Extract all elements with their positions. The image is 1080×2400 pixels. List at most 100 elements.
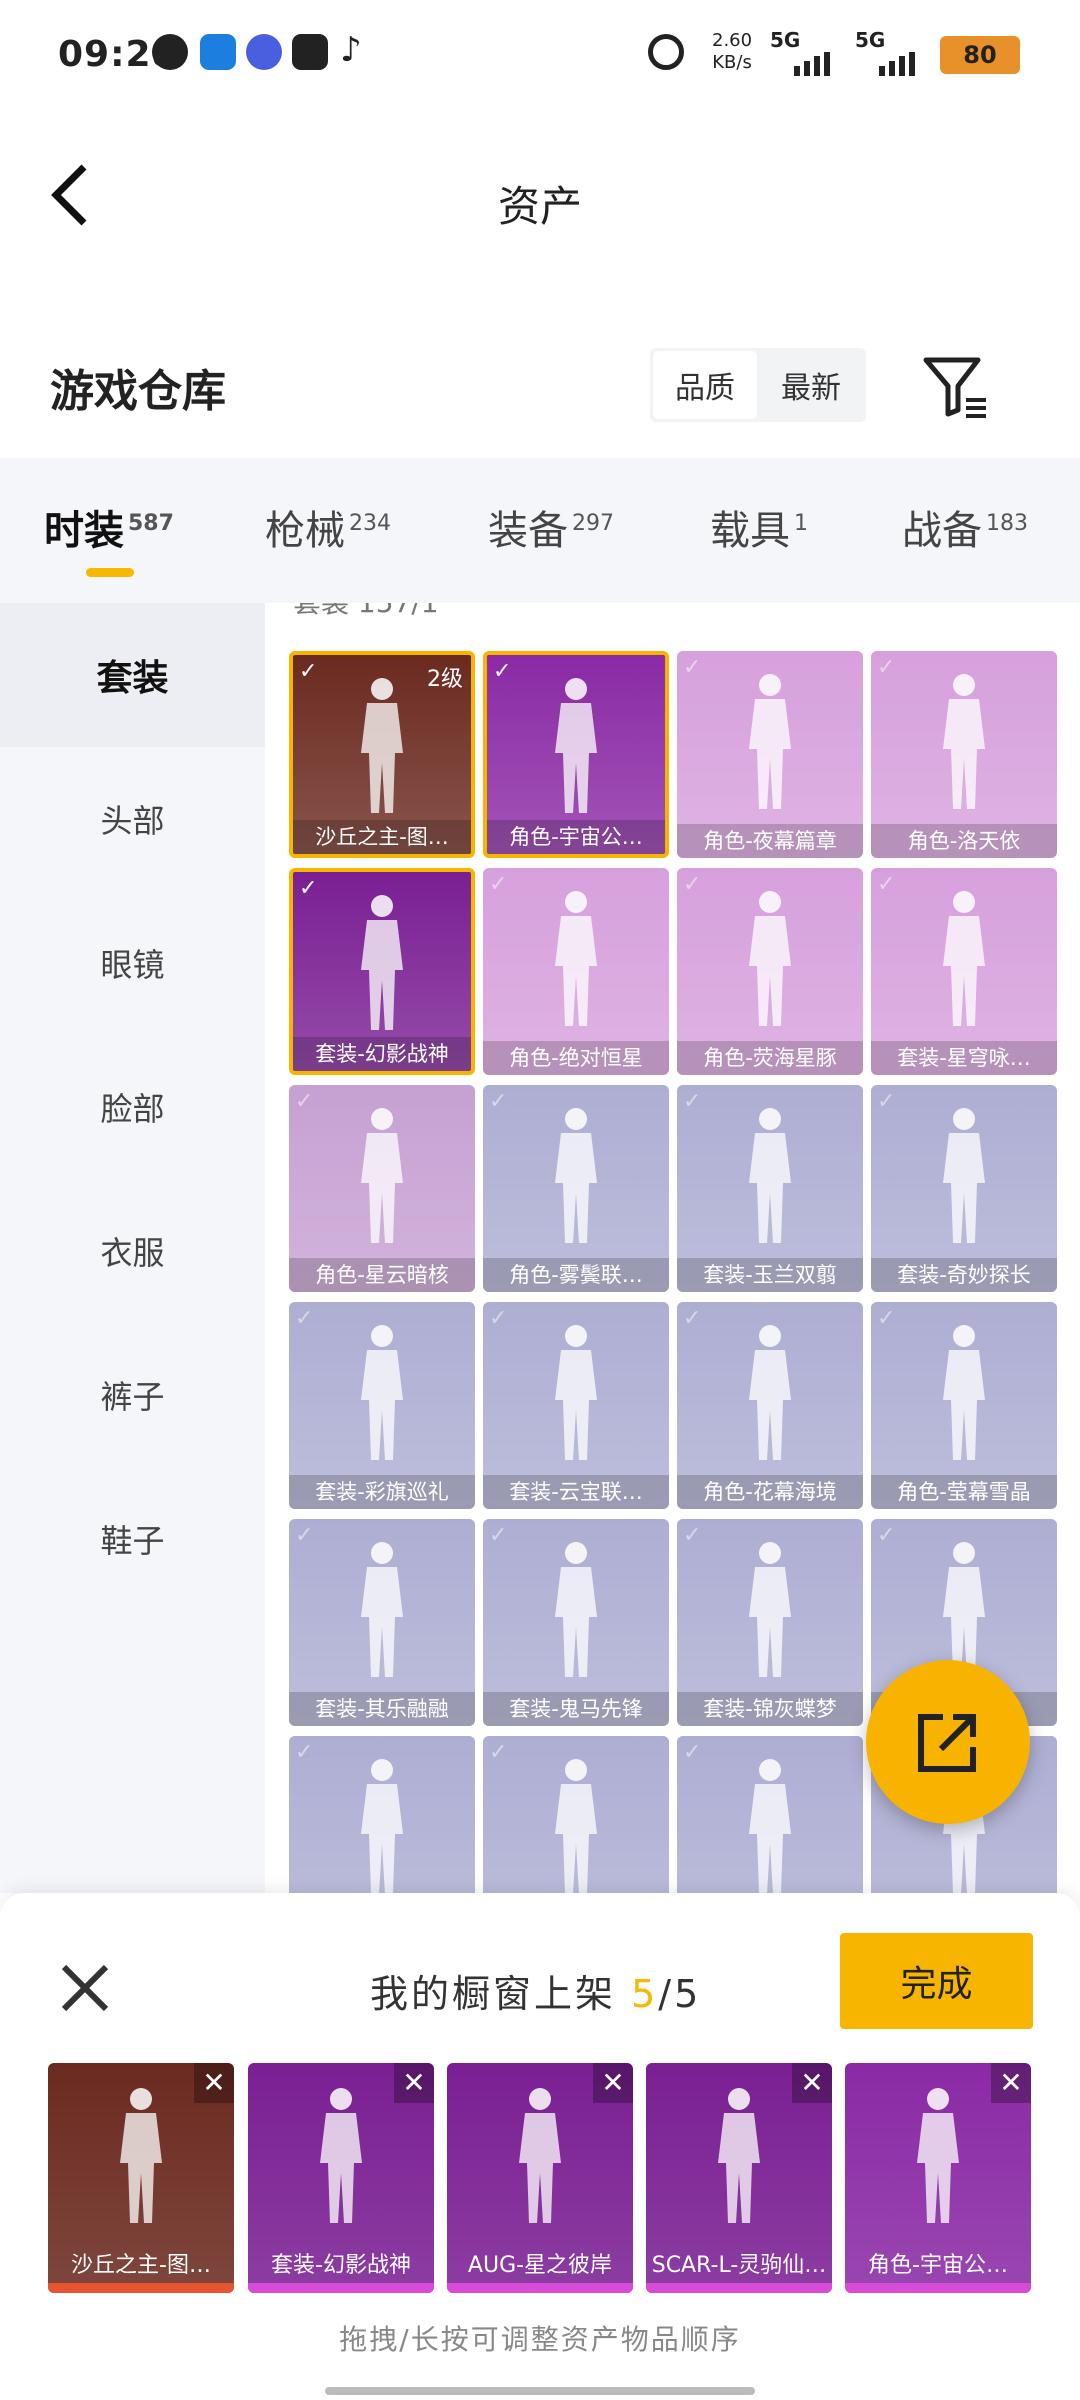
grid-item-card[interactable]: ✓ — [483, 1736, 669, 1893]
outfit-image — [505, 2083, 575, 2237]
sidebar-item-head[interactable]: 头部 — [0, 747, 265, 891]
item-label: 角色-夜幕篇章 — [677, 824, 863, 858]
tab-guns[interactable]: 枪械 234 — [265, 498, 391, 556]
check-icon: ✓ — [683, 1306, 702, 1331]
wechat-icon — [152, 34, 188, 70]
grid-item-card[interactable]: ✓ 角色-宇宙公… — [483, 651, 669, 858]
tab-count: 587 — [128, 511, 174, 536]
check-icon: ✓ — [683, 1523, 702, 1548]
check-icon: ✓ — [489, 1306, 508, 1331]
rarity-bar — [48, 2283, 234, 2293]
showcase-slot[interactable]: ✕ 套装-幻影战神 — [248, 2063, 434, 2293]
remove-slot-button[interactable]: ✕ — [394, 2063, 434, 2103]
check-icon: ✓ — [489, 872, 508, 897]
grid-item-card[interactable]: ✓ — [677, 1736, 863, 1893]
grid-item-card[interactable]: ✓ 套装-幻影战神 — [289, 868, 475, 1075]
check-icon: ✓ — [683, 872, 702, 897]
item-label: 套装-幻影战神 — [293, 1037, 471, 1071]
close-button[interactable] — [50, 1953, 120, 2023]
reorder-hint: 拖拽/长按可调整资产物品顺序 — [339, 2323, 741, 2356]
check-icon: ✓ — [877, 1523, 896, 1548]
tab-label: 时装 — [44, 508, 124, 554]
check-icon: ✓ — [493, 659, 512, 684]
tab-battle-gear[interactable]: 战备 183 — [902, 498, 1028, 556]
check-icon: ✓ — [489, 1089, 508, 1114]
item-label: 角色-星云暗核 — [289, 1258, 475, 1292]
sort-toggle: 品质 最新 — [650, 348, 866, 422]
grid-item-card[interactable]: ✓ 角色-莹幕雪晶 — [871, 1302, 1057, 1509]
showcase-title-text: 我的橱窗上架 — [370, 1972, 617, 2016]
showcase-slot[interactable]: ✕ 沙丘之主-图… — [48, 2063, 234, 2293]
rarity-bar — [248, 2283, 434, 2293]
sidebar-item-suits[interactable]: 套装 — [0, 603, 265, 747]
item-label: 套装-云宝联… — [483, 1475, 669, 1509]
grid-item-card[interactable]: ✓ 套装-其乐融融 — [289, 1519, 475, 1726]
grid-item-card[interactable]: ✓ 套装-锦灰蝶梦 — [677, 1519, 863, 1726]
showcase-slot[interactable]: ✕ SCAR-L-灵驹仙… — [646, 2063, 832, 2293]
check-icon: ✓ — [877, 1089, 896, 1114]
tab-fashion[interactable]: 时装 587 — [44, 498, 174, 556]
battery-level: 80 — [963, 41, 997, 69]
remove-slot-button[interactable]: ✕ — [593, 2063, 633, 2103]
grid-item-card[interactable]: ✓ — [289, 1736, 475, 1893]
share-button[interactable] — [866, 1660, 1030, 1824]
item-label: 套装-奇妙探长 — [871, 1258, 1057, 1292]
item-label: 角色-绝对恒星 — [483, 1041, 669, 1075]
grid-item-card[interactable]: ✓ 套装-奇妙探长 — [871, 1085, 1057, 1292]
sidebar-item-clothes[interactable]: 衣服 — [0, 1179, 265, 1323]
slot-label: SCAR-L-灵驹仙… — [651, 2253, 827, 2278]
done-button[interactable]: 完成 — [840, 1933, 1033, 2029]
grid-item-card[interactable]: ✓ 套装-星穹咏… — [871, 868, 1057, 1075]
grid-item-card[interactable]: ✓ 套装-玉兰双翦 — [677, 1085, 863, 1292]
home-indicator[interactable] — [325, 2387, 755, 2395]
grid-item-card[interactable]: ✓ 角色-洛天依 — [871, 651, 1057, 858]
tab-vehicles[interactable]: 载具 1 — [710, 498, 808, 556]
tab-count: 183 — [986, 511, 1028, 536]
check-icon: ✓ — [683, 655, 702, 680]
outfit-image — [704, 2083, 774, 2237]
cat-icon — [648, 34, 684, 70]
grid-item-card[interactable]: ✓ 角色-荧海星豚 — [677, 868, 863, 1075]
page-title: 资产 — [497, 182, 582, 231]
showcase-sheet: 我的橱窗上架 5/5 完成 ✕ 沙丘之主-图… ✕ 套装-幻影战神 ✕ AUG-星之彼岸 ✕… — [0, 1893, 1080, 2400]
sidebar-item-glasses[interactable]: 眼镜 — [0, 891, 265, 1035]
grid-item-card[interactable]: ✓ 套装-云宝联… — [483, 1302, 669, 1509]
check-icon: ✓ — [877, 872, 896, 897]
sidebar-item-shoes[interactable]: 鞋子 — [0, 1467, 265, 1611]
sidebar-item-pants[interactable]: 裤子 — [0, 1323, 265, 1467]
grid-item-card[interactable]: ✓ 2级 沙丘之主-图… — [289, 651, 475, 858]
remove-slot-button[interactable]: ✕ — [792, 2063, 832, 2103]
sort-quality-option[interactable]: 品质 — [653, 351, 757, 419]
showcase-slot[interactable]: ✕ AUG-星之彼岸 — [447, 2063, 633, 2293]
outfit-image — [541, 673, 611, 827]
tab-label: 载具 — [710, 508, 790, 554]
pay-icon — [292, 34, 328, 70]
close-icon — [61, 1964, 109, 2012]
tab-label: 枪械 — [265, 508, 345, 554]
slot-label: 角色-宇宙公… — [868, 2253, 1008, 2278]
grid-item-card[interactable]: ✓ 角色-花幕海境 — [677, 1302, 863, 1509]
grid-item-card[interactable]: ✓ 套装-彩旗巡礼 — [289, 1302, 475, 1509]
check-icon: ✓ — [489, 1523, 508, 1548]
grid-item-card[interactable]: ✓ 套装-鬼马先锋 — [483, 1519, 669, 1726]
filter-button[interactable] — [920, 352, 990, 422]
tiktok-icon: ♪ — [340, 30, 362, 70]
showcase-title: 我的橱窗上架 5/5 — [370, 1963, 701, 2018]
item-label: 角色-洛天依 — [871, 824, 1057, 858]
sidebar-item-face[interactable]: 脸部 — [0, 1035, 265, 1179]
grid-item-card[interactable]: ✓ 角色-星云暗核 — [289, 1085, 475, 1292]
tab-equipment[interactable]: 装备 297 — [488, 498, 614, 556]
sort-latest-option[interactable]: 最新 — [757, 351, 865, 419]
tab-indicator — [86, 568, 134, 577]
outfit-image — [106, 2083, 176, 2237]
tab-count: 297 — [572, 511, 614, 536]
remove-slot-button[interactable]: ✕ — [194, 2063, 234, 2103]
grid-item-card[interactable]: ✓ 角色-夜幕篇章 — [677, 651, 863, 858]
rarity-bar — [845, 2283, 1031, 2293]
item-label: 套装-彩旗巡礼 — [289, 1475, 475, 1509]
slot-label: 套装-幻影战神 — [271, 2253, 411, 2278]
grid-item-card[interactable]: ✓ 角色-雾鬓联… — [483, 1085, 669, 1292]
remove-slot-button[interactable]: ✕ — [991, 2063, 1031, 2103]
grid-item-card[interactable]: ✓ 角色-绝对恒星 — [483, 868, 669, 1075]
showcase-slot[interactable]: ✕ 角色-宇宙公… — [845, 2063, 1031, 2293]
